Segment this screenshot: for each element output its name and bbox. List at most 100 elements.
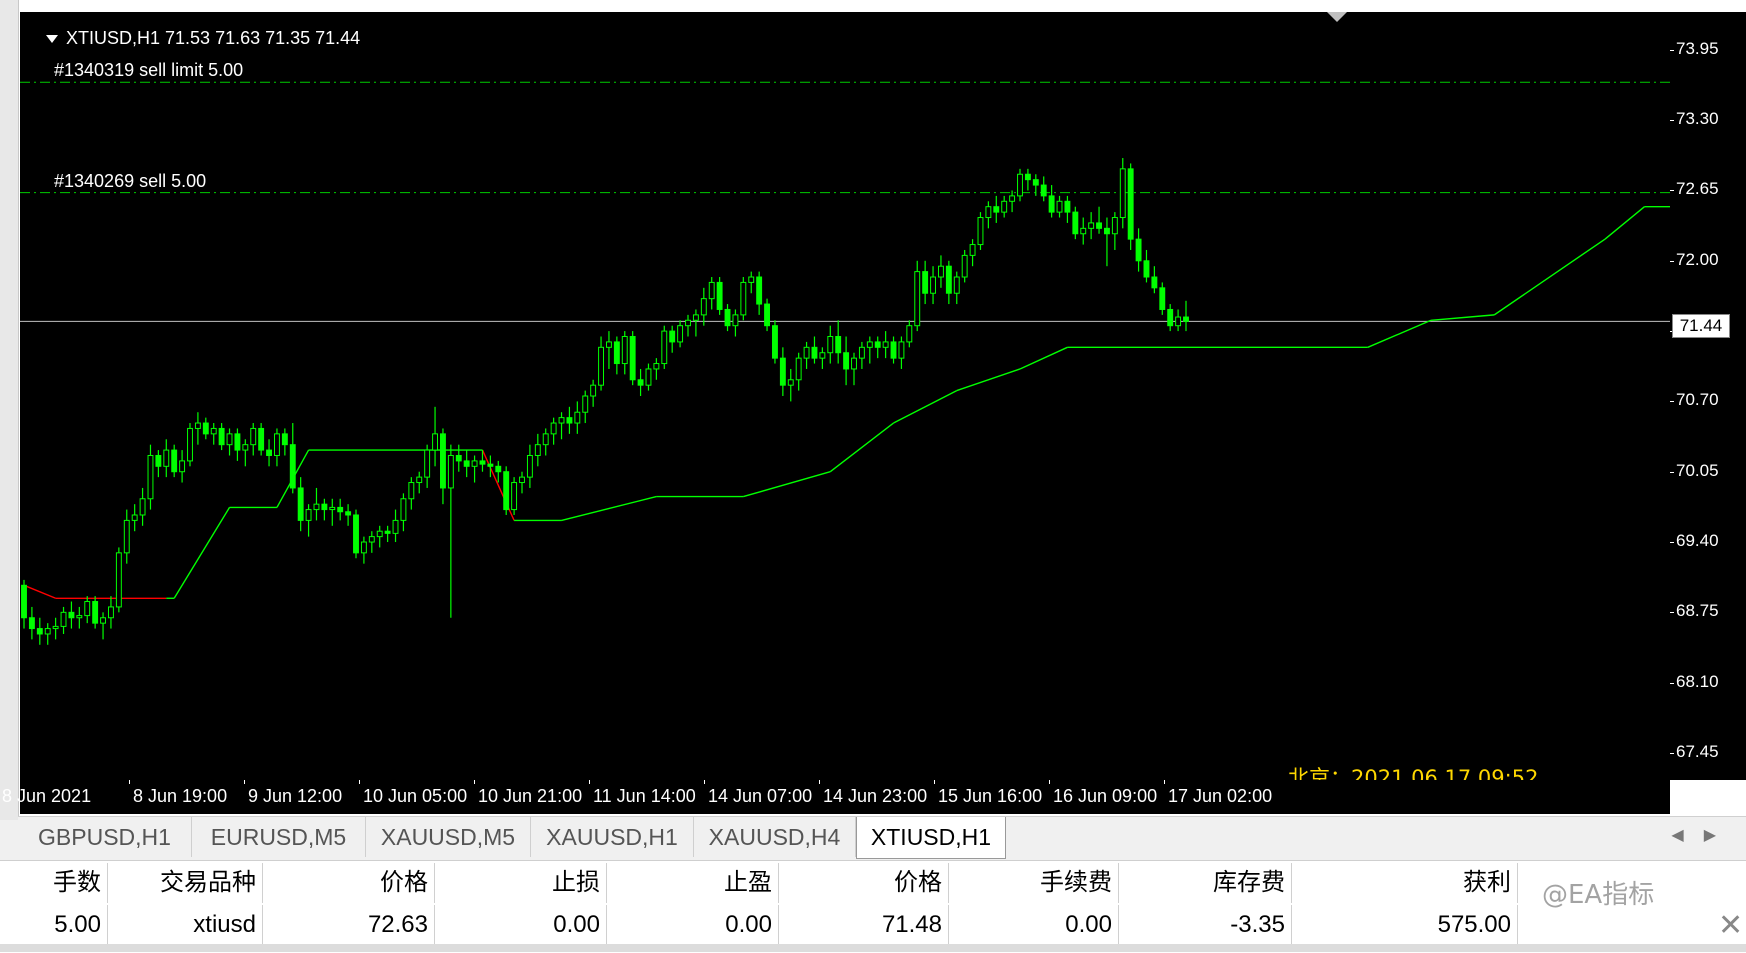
trend-line-segment: [1604, 206, 1645, 240]
price-tick-mark: [1670, 682, 1674, 684]
candle-body: [329, 506, 336, 511]
column-header[interactable]: 价格: [263, 863, 435, 903]
candle-body: [1080, 227, 1087, 235]
tab-gbpusd-h1[interactable]: GBPUSD,H1: [18, 817, 192, 857]
candle-body: [716, 281, 723, 310]
column-header[interactable]: 手数: [0, 863, 108, 903]
chart-canvas[interactable]: XTIUSD,H1 71.53 71.63 71.35 71.44 #13403…: [20, 12, 1670, 790]
candle-body: [1088, 222, 1095, 229]
candle-body: [1017, 173, 1023, 197]
candle-body: [938, 265, 944, 278]
trend-line-segment: [956, 368, 1021, 392]
candle-body: [266, 449, 272, 456]
candle-body: [550, 422, 557, 435]
price-tick-label: 73.95: [1676, 38, 1719, 58]
time-tick-mark: [704, 780, 705, 784]
tab-xauusd-h4[interactable]: XAUUSD,H4: [694, 817, 856, 857]
price-chart[interactable]: [20, 12, 1670, 780]
time-tick-label: 16 Jun 09:00: [1053, 786, 1158, 806]
column-header[interactable]: 库存费: [1119, 863, 1292, 903]
candle-body: [779, 357, 786, 386]
candle-body: [479, 460, 486, 465]
candle-body: [1064, 200, 1071, 213]
chart-tab-bar: GBPUSD,H1 EURUSD,M5 XAUUSD,M5 XAUUSD,H1 …: [18, 816, 1746, 859]
price-tick-label: 72.65: [1676, 179, 1719, 199]
candle-body: [503, 471, 510, 511]
candle-body: [337, 506, 344, 513]
candle-body: [202, 422, 209, 435]
column-header[interactable]: 获利: [1292, 863, 1518, 903]
candle-body: [1032, 179, 1039, 186]
table-cell: 575.00: [1292, 905, 1518, 945]
candle-body: [1183, 316, 1189, 322]
candle-body: [376, 530, 383, 538]
trend-line-segment: [1430, 314, 1495, 321]
price-axis: 73.9573.3072.6572.0071.3570.7070.0569.40…: [1670, 12, 1746, 780]
candle-body: [756, 276, 763, 305]
column-header[interactable]: 止损: [435, 863, 607, 903]
column-header[interactable]: 价格: [779, 863, 949, 903]
candle-body: [629, 336, 636, 381]
order-label-sell: #1340269 sell 5.00: [54, 170, 207, 191]
time-tick-mark: [244, 780, 245, 784]
candle-body: [1040, 184, 1047, 197]
candle-body: [930, 276, 936, 294]
price-tick-mark: [1670, 190, 1674, 192]
candle-body: [345, 511, 352, 516]
candle-body: [534, 444, 541, 456]
candle-body: [1159, 287, 1166, 310]
candle-body: [558, 417, 565, 424]
tab-xtiusd-h1[interactable]: XTIUSD,H1: [856, 817, 1006, 859]
candle-body: [123, 519, 130, 554]
tab-next-icon[interactable]: ▶: [1704, 825, 1736, 844]
trend-line-segment: [1019, 346, 1068, 370]
candle-body: [305, 509, 312, 521]
price-tick-mark: [1670, 260, 1674, 262]
candle-body: [835, 336, 842, 354]
candle-body: [368, 536, 375, 543]
candle-body: [653, 363, 660, 370]
time-tick-mark: [359, 780, 360, 784]
time-tick-mark: [589, 780, 590, 784]
dropdown-triangle-icon[interactable]: [46, 35, 58, 44]
candle-body: [819, 352, 826, 359]
table-cell: 72.63: [263, 905, 435, 945]
candle-body: [1111, 217, 1118, 235]
candle-body: [993, 206, 1000, 213]
candle-body: [606, 341, 612, 348]
candle-body: [92, 601, 99, 624]
candle-body: [440, 433, 446, 489]
tab-xauusd-h1[interactable]: XAUUSD,H1: [531, 817, 694, 857]
tab-xauusd-m5[interactable]: XAUUSD,M5: [366, 817, 531, 857]
candle-body: [677, 325, 684, 343]
candle-body: [621, 336, 628, 365]
candle-body: [740, 281, 747, 316]
table-bottom-bar: [0, 944, 1746, 952]
current-price-label: 71.44: [1672, 314, 1730, 338]
tab-prev-icon[interactable]: ◀: [1671, 825, 1703, 844]
column-header[interactable]: 止盈: [607, 863, 779, 903]
candle-body: [1104, 227, 1110, 235]
price-tick-mark: [1670, 401, 1674, 403]
price-tick-mark: [1670, 752, 1674, 754]
trend-line-segment: [173, 507, 231, 599]
candle-body: [495, 465, 502, 473]
chart-shift-marker-icon[interactable]: [1327, 12, 1347, 22]
candle-body: [977, 217, 984, 246]
column-header[interactable]: 手续费: [949, 863, 1119, 903]
table-cell: xtiusd: [108, 905, 263, 945]
column-header[interactable]: 交易品种: [108, 863, 263, 903]
candle-body: [424, 449, 431, 478]
watermark: @EA指标: [1542, 880, 1655, 910]
time-tick-label: 14 Jun 23:00: [823, 786, 928, 806]
candle-body: [171, 449, 178, 473]
tab-eurusd-m5[interactable]: EURUSD,M5: [192, 817, 366, 857]
close-icon[interactable]: ✕: [1718, 908, 1743, 943]
table-cell: -3.35: [1119, 905, 1292, 945]
candle-body: [1009, 195, 1016, 202]
candle-body: [115, 552, 122, 608]
candle-body: [463, 460, 470, 467]
candle-body: [218, 427, 225, 446]
candle-body: [866, 341, 873, 348]
candle-body: [360, 541, 367, 554]
